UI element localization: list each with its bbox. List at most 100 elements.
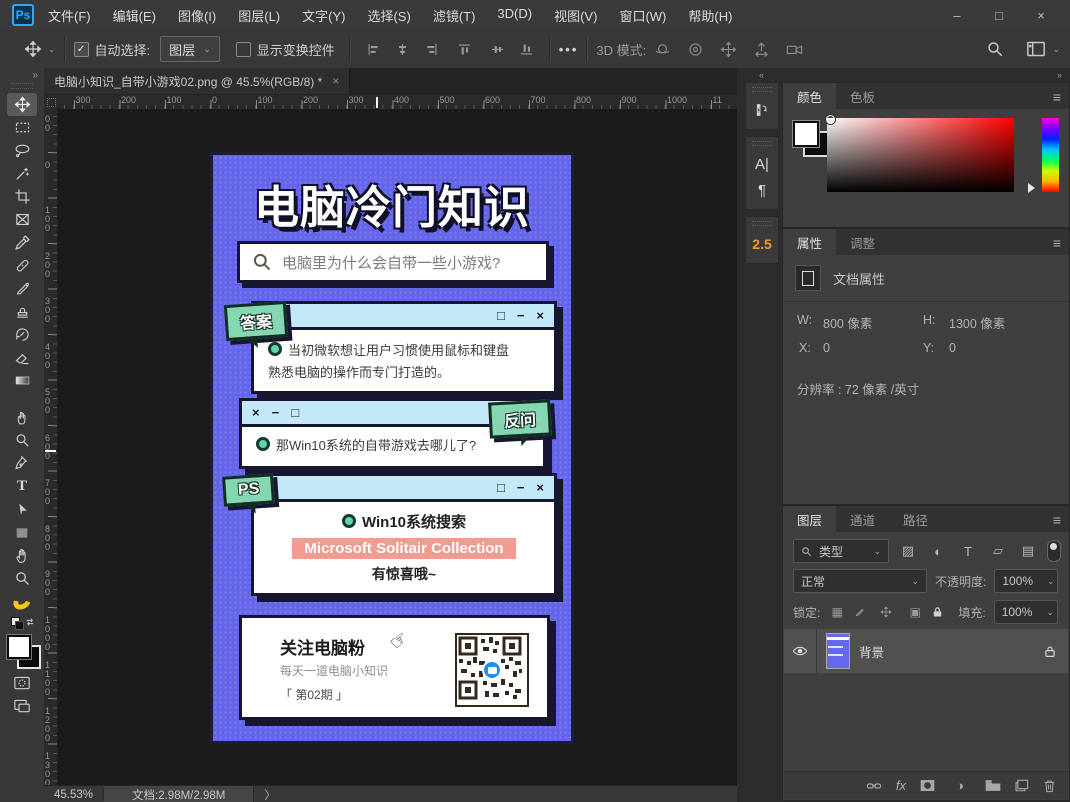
menu-item-9[interactable]: 窗口(W) xyxy=(619,6,666,25)
screen-mode-button[interactable] xyxy=(7,694,37,717)
align-center-horizontal-icon[interactable] xyxy=(394,41,411,58)
delete-layer-icon[interactable] xyxy=(1043,779,1056,793)
align-top-icon[interactable] xyxy=(456,41,473,58)
layer-row-background[interactable]: 背景 xyxy=(784,629,1068,673)
zoom-tool[interactable] xyxy=(7,567,37,590)
vertical-ruler[interactable]: 0001002003004005006007008009001000110012… xyxy=(44,109,58,785)
align-right-icon[interactable] xyxy=(423,41,440,58)
layer-filter-dropdown[interactable]: 类型⌄ xyxy=(793,539,889,563)
panel-menu-icon[interactable]: ≡ xyxy=(1053,512,1061,528)
3d-slide-icon[interactable] xyxy=(752,40,771,59)
tool-preset-chevron[interactable]: ⌄ xyxy=(48,44,56,55)
3d-camera-icon[interactable] xyxy=(785,40,804,59)
banana-icon[interactable] xyxy=(7,590,37,613)
menu-item-2[interactable]: 图像(I) xyxy=(178,6,216,25)
toolbar-grip[interactable] xyxy=(11,83,33,89)
move-tool[interactable] xyxy=(7,93,37,116)
auto-select-target-dropdown[interactable]: 图层⌄ xyxy=(160,36,220,62)
rectangle-tool[interactable] xyxy=(7,521,37,544)
character-panel-icon[interactable]: A| xyxy=(746,151,778,177)
plugin-2-5-panel-icon[interactable]: 2.5 xyxy=(746,231,778,257)
lock-pixels-icon[interactable] xyxy=(854,606,872,618)
panel-menu-icon[interactable]: ≡ xyxy=(1053,235,1061,251)
filter-adjustment-layers-icon[interactable]: ◐ xyxy=(927,544,949,559)
maximize-button[interactable]: □ xyxy=(978,8,1020,23)
tab-color[interactable]: 颜色 xyxy=(783,83,836,109)
history-brush-tool[interactable] xyxy=(7,323,37,346)
menu-item-8[interactable]: 视图(V) xyxy=(554,6,597,25)
tab-adjustments[interactable]: 调整 xyxy=(836,229,889,255)
dodge-tool[interactable] xyxy=(7,429,37,452)
status-options-chevron[interactable]: 〉 xyxy=(254,787,286,802)
document-close-icon[interactable]: × xyxy=(332,74,339,88)
document-tab[interactable]: 电脑小知识_自带小游戏02.png @ 45.5%(RGB/8) * × xyxy=(44,68,350,94)
workspace-chevron[interactable]: ⌄ xyxy=(1052,44,1060,55)
fill-dropdown[interactable]: 100%⌄ xyxy=(994,600,1058,624)
minimize-button[interactable]: – xyxy=(936,8,978,23)
hand-tool[interactable] xyxy=(7,544,37,567)
layer-filter-toggle[interactable] xyxy=(1047,540,1061,562)
lock-all-icon[interactable] xyxy=(932,606,950,618)
collapse-panels-icon[interactable]: « xyxy=(759,70,764,80)
filter-type-layers-icon[interactable]: T xyxy=(957,544,979,559)
layer-thumbnail[interactable] xyxy=(827,634,849,668)
close-button[interactable]: × xyxy=(1020,8,1062,23)
color-field[interactable] xyxy=(827,118,1014,192)
filter-shape-layers-icon[interactable]: ▱ xyxy=(987,543,1009,559)
brush-tool[interactable] xyxy=(7,277,37,300)
opacity-dropdown[interactable]: 100%⌄ xyxy=(994,569,1058,593)
poster-document[interactable]: 电脑冷门知识 电脑里为什么会自带一些小游戏? □ − × 当初微软想让用户习惯使… xyxy=(210,152,574,744)
search-icon[interactable] xyxy=(986,40,1004,58)
hue-slider-arrow[interactable] xyxy=(1028,183,1040,193)
path-selection-tool[interactable] xyxy=(7,498,37,521)
frame-tool[interactable] xyxy=(7,208,37,231)
layer-visibility-toggle[interactable] xyxy=(784,629,817,673)
menu-item-7[interactable]: 3D(D) xyxy=(497,6,532,25)
menu-item-10[interactable]: 帮助(H) xyxy=(688,6,732,25)
lock-position-icon[interactable] xyxy=(880,606,898,618)
expand-panels-icon[interactable]: » xyxy=(1057,70,1062,80)
new-adjustment-layer-icon[interactable]: ◑ xyxy=(949,778,971,793)
align-middle-vertical-icon[interactable] xyxy=(489,41,506,58)
canvas-area[interactable]: 0001002003004005006007008009001000110012… xyxy=(44,109,737,785)
color-panel-swatches[interactable] xyxy=(793,121,829,157)
paragraph-panel-icon[interactable]: ¶ xyxy=(746,177,778,203)
align-options-button[interactable]: ••• xyxy=(559,42,579,57)
hue-slider[interactable] xyxy=(1042,118,1059,192)
3d-orbit-icon[interactable] xyxy=(653,40,672,59)
clone-stamp-tool[interactable] xyxy=(7,300,37,323)
tab-swatches[interactable]: 色板 xyxy=(836,83,889,109)
3d-roll-icon[interactable] xyxy=(686,40,705,59)
crop-tool[interactable] xyxy=(7,185,37,208)
tab-layers[interactable]: 图层 xyxy=(783,506,836,532)
rectangular-marquee-tool[interactable] xyxy=(7,116,37,139)
lasso-tool[interactable] xyxy=(7,139,37,162)
horizontal-ruler[interactable]: 3002001000100200300400500600700800900100… xyxy=(58,95,737,110)
filter-pixel-layers-icon[interactable]: ▨ xyxy=(897,543,919,559)
new-group-icon[interactable] xyxy=(985,779,1001,792)
show-transform-checkbox[interactable] xyxy=(236,42,251,57)
pen-tool[interactable] xyxy=(7,452,37,475)
filter-smart-objects-icon[interactable]: ▤ xyxy=(1017,543,1039,559)
eraser-tool[interactable] xyxy=(7,346,37,369)
align-left-icon[interactable] xyxy=(365,41,382,58)
menu-item-1[interactable]: 编辑(E) xyxy=(113,6,156,25)
type-tool[interactable]: T xyxy=(7,475,37,498)
object-selection-tool[interactable] xyxy=(7,162,37,185)
menu-item-4[interactable]: 文字(Y) xyxy=(302,6,345,25)
layer-style-icon[interactable]: fx xyxy=(896,778,906,793)
menu-item-0[interactable]: 文件(F) xyxy=(48,6,91,25)
tab-paths[interactable]: 路径 xyxy=(889,506,942,532)
glyphs-panel-icon[interactable] xyxy=(746,97,778,123)
default-colors-icon[interactable] xyxy=(9,617,35,631)
zoom-level[interactable]: 45.53% xyxy=(44,789,104,801)
new-layer-icon[interactable] xyxy=(1015,779,1029,792)
blend-mode-dropdown[interactable]: 正常⌄ xyxy=(793,569,927,593)
smudge-tool[interactable] xyxy=(7,406,37,429)
add-layer-mask-icon[interactable] xyxy=(920,779,935,792)
foreground-background-swatches[interactable] xyxy=(5,635,39,669)
workspace-switcher-icon[interactable] xyxy=(1026,40,1046,58)
ruler-corner[interactable] xyxy=(44,95,59,110)
gradient-tool[interactable] xyxy=(7,369,37,392)
panel-menu-icon[interactable]: ≡ xyxy=(1053,89,1061,105)
